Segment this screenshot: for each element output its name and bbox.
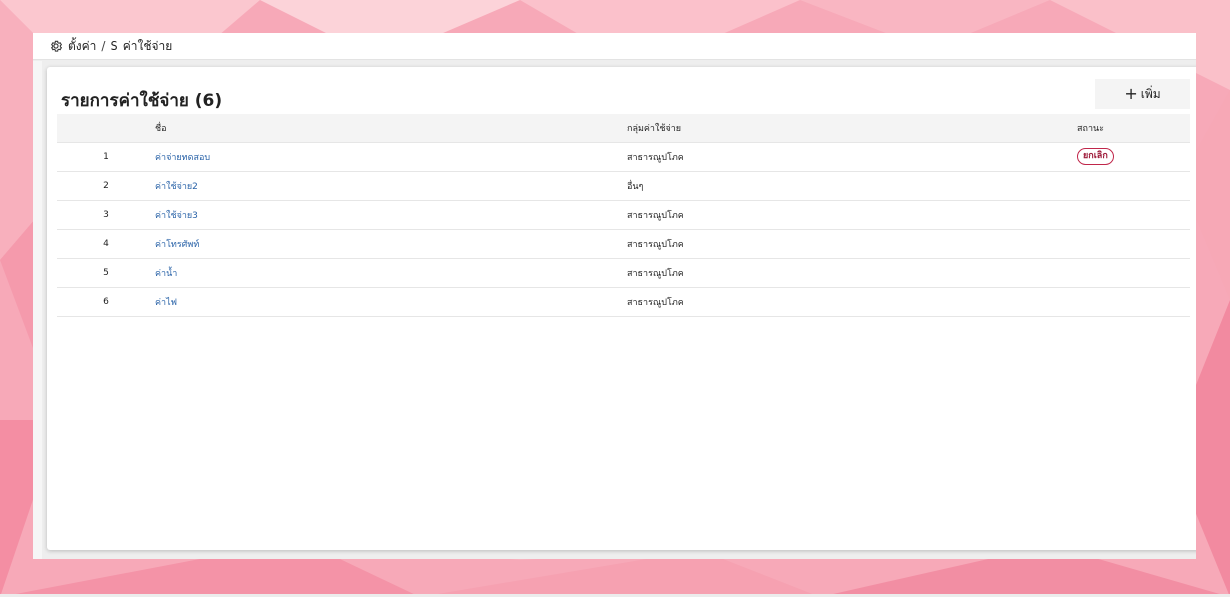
table-header-row: ชื่อ กลุ่มค่าใช้จ่าย สถานะ: [57, 114, 1190, 143]
table-row[interactable]: 1 ค่าจ่ายทดสอบ สาธารณูปโภค ยกเลิก: [57, 142, 1190, 172]
expense-name-link[interactable]: ค่าโทรศัพท์: [155, 240, 199, 250]
status-cell: [1077, 287, 1190, 317]
expense-name-link[interactable]: ค่าน้ำ: [155, 269, 177, 279]
expense-name-link[interactable]: ค่าใช้จ่าย2: [155, 182, 198, 192]
app-window: ตั้งค่า / S ค่าใช้จ่าย รายการค่าใช้จ่าย …: [33, 33, 1196, 559]
table-row[interactable]: 5 ค่าน้ำ สาธารณูปโภค: [57, 258, 1190, 288]
breadcrumb-section[interactable]: ตั้งค่า: [68, 37, 96, 56]
row-index: 6: [57, 287, 155, 317]
table-row[interactable]: 2 ค่าใช้จ่าย2 อื่นๆ: [57, 171, 1190, 201]
table-row[interactable]: 3 ค่าใช้จ่าย3 สาธารณูปโภค: [57, 200, 1190, 230]
breadcrumb-page: ค่าใช้จ่าย: [122, 38, 173, 53]
row-index: 2: [57, 171, 155, 201]
expense-table: ชื่อ กลุ่มค่าใช้จ่าย สถานะ 1 ค่าจ่ายทดสอ…: [57, 114, 1190, 317]
expense-group: สาธารณูปโภค: [627, 229, 1077, 259]
row-index: 4: [57, 229, 155, 259]
expense-group: สาธารณูปโภค: [627, 200, 1077, 230]
gear-icon[interactable]: [49, 39, 63, 53]
column-header-index: [57, 114, 155, 143]
status-cell: [1077, 200, 1190, 230]
row-index: 5: [57, 258, 155, 288]
expense-name-link[interactable]: ค่าใช้จ่าย3: [155, 211, 198, 221]
breadcrumb-separator: /: [101, 39, 106, 53]
column-header-group[interactable]: กลุ่มค่าใช้จ่าย: [627, 114, 1077, 143]
column-header-status[interactable]: สถานะ: [1077, 114, 1190, 143]
add-button[interactable]: + เพิ่ม: [1095, 79, 1190, 109]
expense-list-card: รายการค่าใช้จ่าย (6) + เพิ่ม ชื่อ กลุ่มค…: [47, 67, 1196, 550]
status-cell: [1077, 171, 1190, 201]
row-index: 1: [57, 142, 155, 172]
expense-group: สาธารณูปโภค: [627, 287, 1077, 317]
table-row[interactable]: 6 ค่าไฟ สาธารณูปโภค: [57, 287, 1190, 317]
row-index: 3: [57, 200, 155, 230]
expense-group: สาธารณูปโภค: [627, 258, 1077, 288]
page-title: รายการค่าใช้จ่าย (6): [61, 91, 223, 111]
breadcrumb: ตั้งค่า / S ค่าใช้จ่าย: [33, 33, 1196, 60]
left-strip: [33, 61, 42, 559]
expense-name-link[interactable]: ค่าไฟ: [155, 298, 177, 308]
status-badge: ยกเลิก: [1077, 148, 1114, 165]
status-cell: [1077, 258, 1190, 288]
column-header-name[interactable]: ชื่อ: [155, 114, 627, 143]
add-button-label: เพิ่ม: [1140, 86, 1161, 101]
expense-name-link[interactable]: ค่าจ่ายทดสอบ: [155, 153, 210, 163]
status-cell: [1077, 229, 1190, 259]
table-row[interactable]: 4 ค่าโทรศัพท์ สาธารณูปโภค: [57, 229, 1190, 259]
expense-group: สาธารณูปโภค: [627, 142, 1077, 172]
plus-icon: +: [1124, 84, 1138, 103]
page-icon: S: [110, 39, 118, 53]
expense-group: อื่นๆ: [627, 171, 1077, 201]
